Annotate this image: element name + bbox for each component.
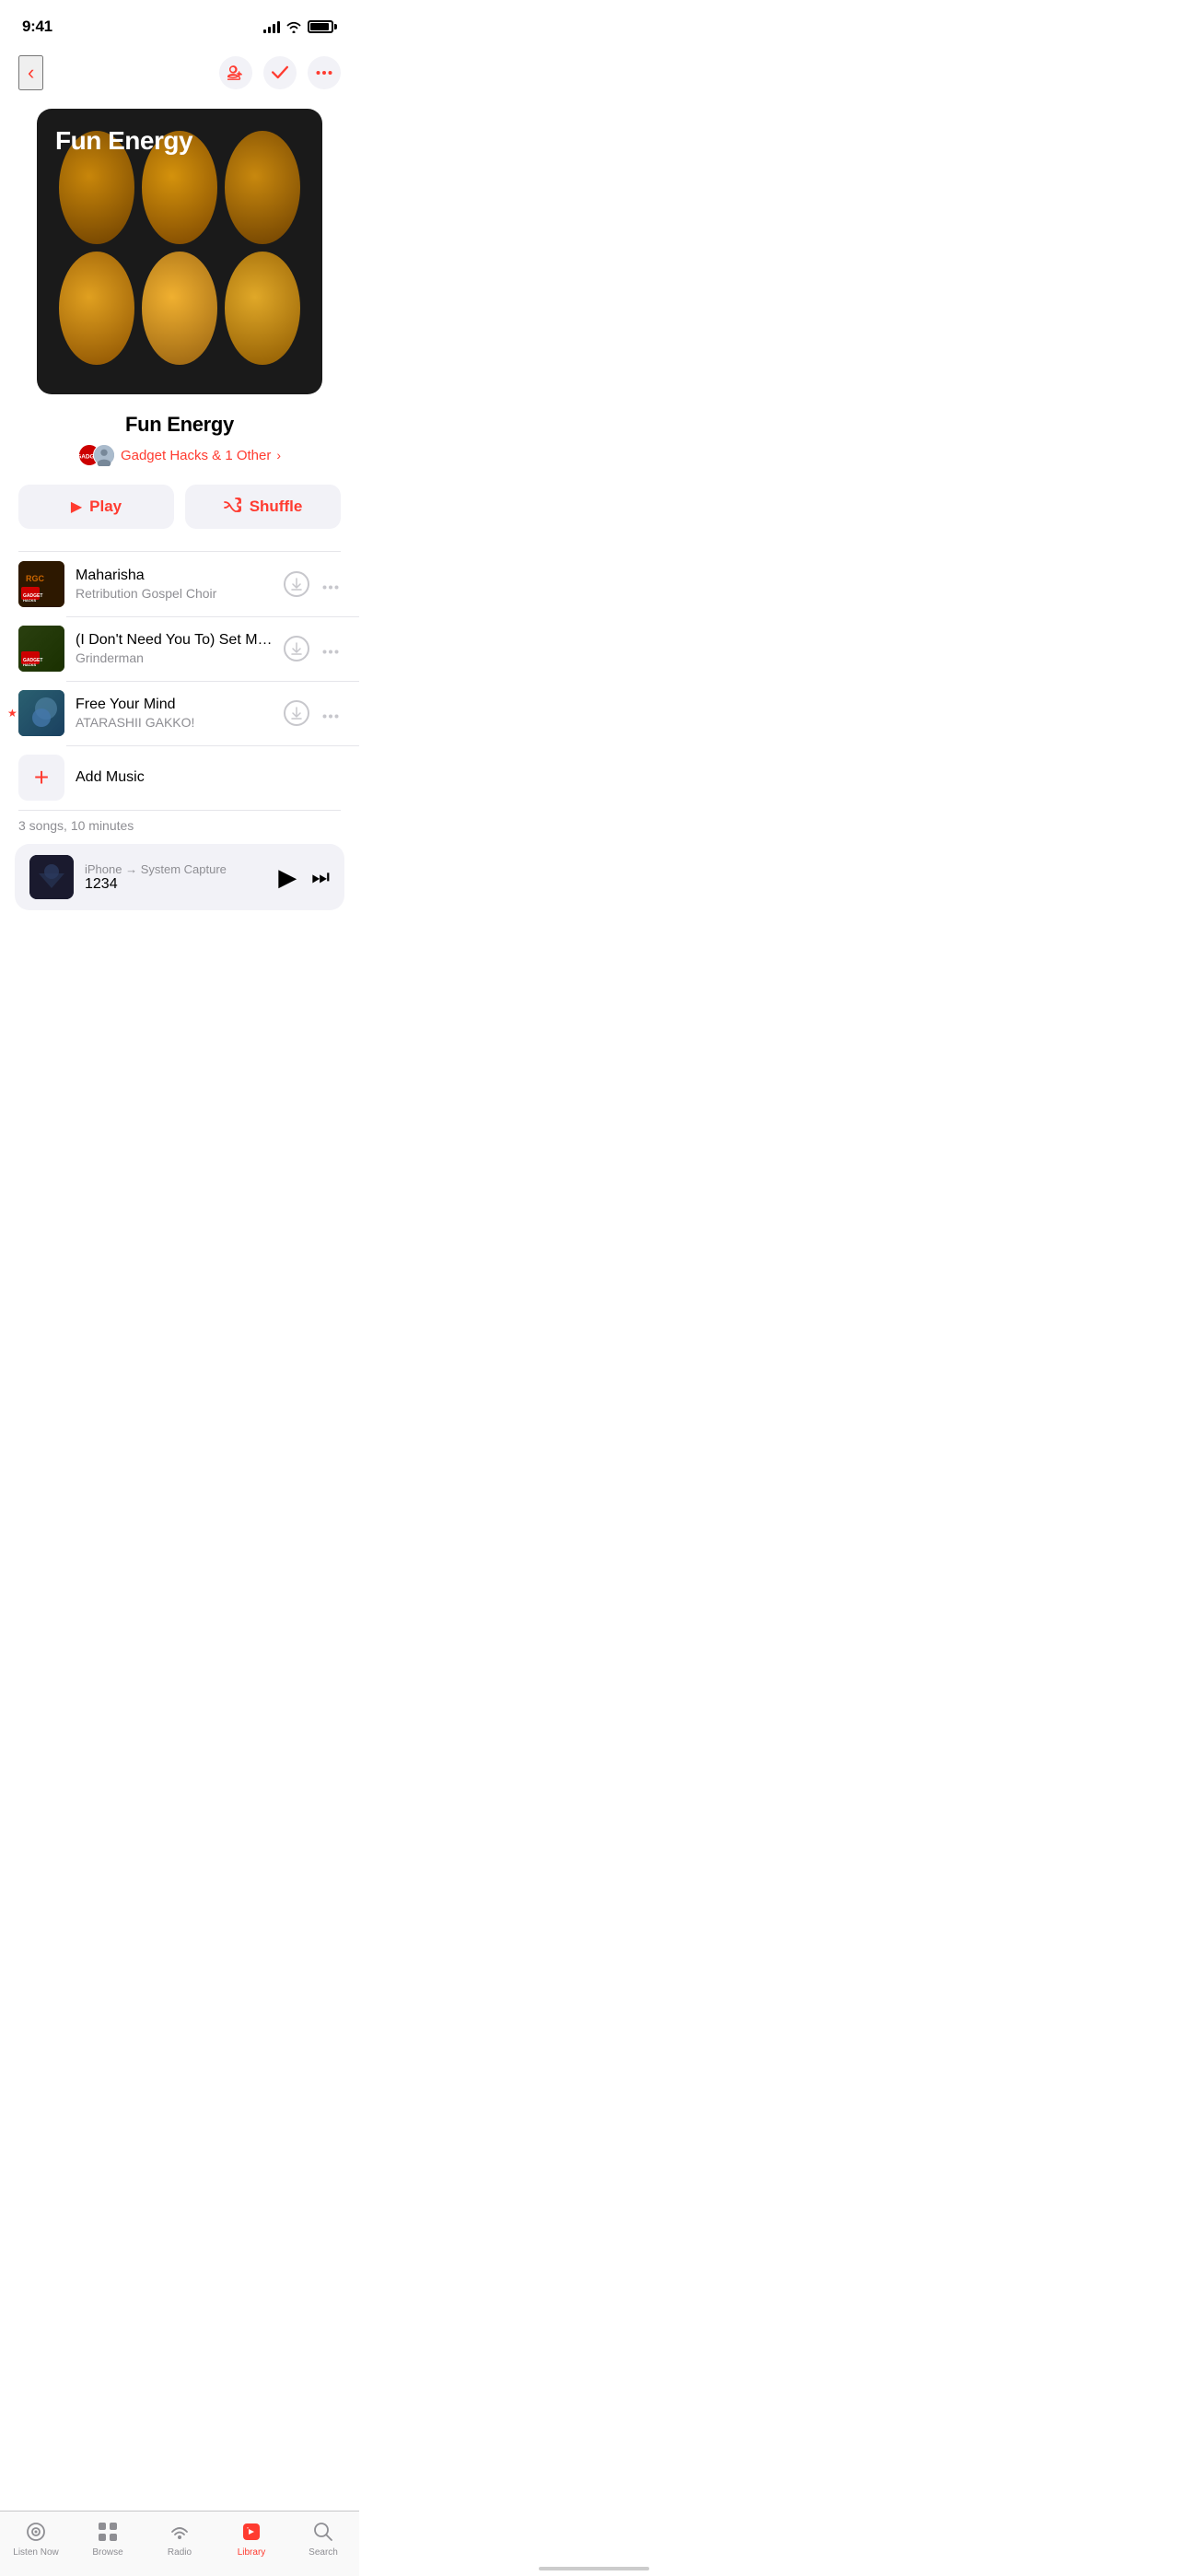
song-artist: ATARASHII GAKKO! [76,715,273,730]
mini-player-art [29,855,74,899]
nav-bar: ‹ [0,48,359,101]
song-info: Free Your Mind ATARASHII GAKKO! [76,697,273,730]
svg-text:HACKS: HACKS [23,662,37,667]
tab-library[interactable]: Library [215,2519,287,2558]
mini-player-source: iPhone → System Capture [85,862,267,876]
tab-label-library: Library [238,2547,266,2558]
song-item[interactable]: GADGET HACKS (I Don't Need You To) Set M… [0,616,359,681]
tab-browse[interactable]: Browse [72,2519,144,2558]
album-art-title: Fun Energy [55,125,192,157]
song-title: (I Don't Need You To) Set Me Free [76,632,273,649]
svg-text:HACKS: HACKS [23,598,37,603]
other-avatar [93,444,115,466]
download-button[interactable] [284,700,309,726]
home-indicator [539,2567,649,2570]
mini-player[interactable]: iPhone → System Capture 1234 ▶ ⏭ [15,844,344,910]
svg-text:RGC: RGC [26,574,45,583]
download-button[interactable] [284,636,309,662]
listen-now-icon [23,2519,49,2545]
mini-player-info: iPhone → System Capture 1234 [85,862,267,893]
checkmark-icon [272,64,288,81]
status-time: 9:41 [22,18,52,36]
nav-actions [219,56,341,89]
tab-label-browse: Browse [92,2547,122,2558]
tab-label-listen-now: Listen Now [13,2547,58,2558]
song-item[interactable]: RGC GADGET HACKS Maharisha Retribution G… [0,552,359,616]
song-thumbnail: GADGET HACKS [18,626,64,672]
status-bar: 9:41 [0,0,359,48]
play-label: Play [89,498,122,516]
more-icon [316,64,332,81]
shuffle-button[interactable]: Shuffle [185,485,341,529]
shuffle-label: Shuffle [250,498,303,516]
song-thumbnail [18,690,64,736]
more-options-button[interactable] [320,703,341,724]
playlist-info: Fun Energy GADGET Gadget Hacks [0,413,359,481]
shuffle-icon [224,498,242,517]
tab-radio[interactable]: Radio [144,2519,215,2558]
status-icons [263,20,337,33]
battery-icon [308,20,337,33]
song-title: Free Your Mind [76,697,273,713]
wifi-icon [285,20,302,33]
tab-bar: Listen Now Browse Radio [0,2511,359,2576]
album-art-container: Fun Energy [0,101,359,413]
tab-label-radio: Radio [168,2547,192,2558]
song-thumbnail: RGC GADGET HACKS [18,561,64,607]
song-item[interactable]: ★ Free Your Mind ATARAS [0,681,359,745]
song-count: 3 songs, 10 minutes [0,811,359,844]
song-actions [284,700,341,726]
circle-4 [59,252,134,365]
signal-icon [263,20,280,33]
circle-3 [225,131,300,244]
song-artist: Grinderman [76,650,273,665]
search-icon [310,2519,336,2545]
album-art: Fun Energy [37,109,322,394]
more-options-button[interactable] [320,638,341,660]
add-music-label: Add Music [76,769,145,786]
add-friends-button[interactable] [219,56,252,89]
authors-text: Gadget Hacks & 1 Other [121,448,271,463]
mini-play-button[interactable]: ▶ [278,863,297,892]
tab-listen-now[interactable]: Listen Now [0,2519,72,2558]
song-title: Maharisha [76,568,273,584]
author-avatars: GADGET [78,444,115,466]
play-button[interactable]: ▶ Play [18,485,174,529]
browse-icon [95,2519,121,2545]
play-icon: ▶ [71,498,82,516]
mini-player-controls: ▶ ⏭ [278,863,330,892]
mini-player-track: 1234 [85,876,267,893]
download-button[interactable] [284,571,309,597]
mini-player-thumbnail [29,855,74,899]
tab-label-search: Search [309,2547,338,2558]
library-icon [239,2519,264,2545]
tab-search[interactable]: Search [287,2519,359,2558]
radio-icon [167,2519,192,2545]
song-list: RGC GADGET HACKS Maharisha Retribution G… [0,552,359,810]
circle-6 [225,252,300,365]
song-actions [284,571,341,597]
action-buttons: ▶ Play Shuffle [0,481,359,551]
done-button[interactable] [263,56,297,89]
mini-forward-button[interactable]: ⏭ [311,865,330,889]
circle-5 [142,252,217,365]
playlist-authors[interactable]: GADGET Gadget Hacks & 1 Other › [22,444,337,466]
playlist-title: Fun Energy [22,413,337,437]
back-button[interactable]: ‹ [18,55,43,90]
song-actions [284,636,341,662]
add-music-item[interactable]: + Add Music [0,745,359,810]
authors-chevron: › [276,448,281,463]
star-indicator: ★ [7,707,17,720]
song-artist: Retribution Gospel Choir [76,586,273,601]
add-friends-icon [227,64,244,81]
song-info: (I Don't Need You To) Set Me Free Grinde… [76,632,273,665]
more-options-button[interactable] [320,574,341,595]
song-info: Maharisha Retribution Gospel Choir [76,568,273,601]
add-icon: + [18,755,64,801]
more-button[interactable] [308,56,341,89]
